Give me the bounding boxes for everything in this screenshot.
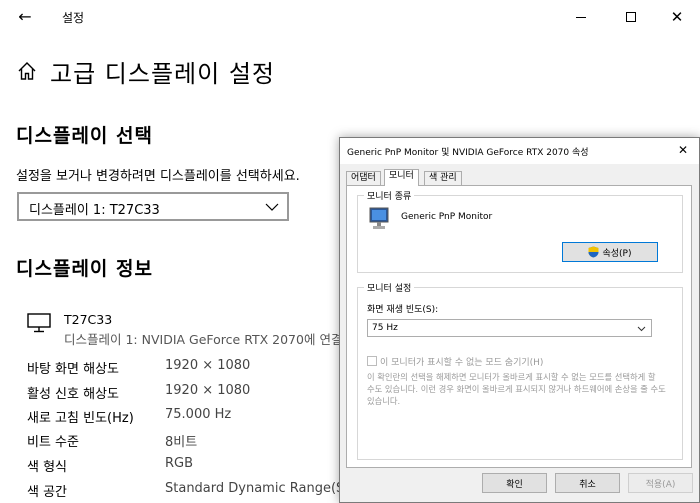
cancel-button[interactable]: 취소	[555, 473, 620, 493]
back-arrow-icon[interactable]: ←	[14, 7, 36, 27]
maximize-icon	[626, 12, 636, 22]
display-select-value: 디스플레이 1: T27C33	[29, 203, 160, 218]
hide-modes-option: 이 모니터가 표시할 수 없는 모드 숨기기(H)	[367, 355, 544, 368]
info-value: RGB	[165, 456, 194, 471]
page-title: 고급 디스플레이 설정	[50, 59, 275, 88]
settings-titlebar: ← 설정 ✕	[0, 0, 700, 34]
tab-color-management[interactable]: 색 관리	[424, 171, 462, 185]
refresh-rate-value: 75 Hz	[372, 323, 398, 333]
info-value: 1920 × 1080	[165, 358, 251, 373]
minimize-icon	[576, 16, 586, 18]
refresh-rate-label: 화면 재생 빈도(S):	[367, 305, 439, 315]
display-select-dropdown[interactable]: 디스플레이 1: T27C33	[17, 192, 289, 221]
chevron-down-icon	[637, 326, 646, 332]
dialog-close-icon[interactable]: ✕	[678, 142, 688, 158]
ok-button[interactable]: 확인	[482, 473, 547, 493]
info-value: Standard Dynamic Range(SDR)	[165, 481, 369, 496]
info-value: 75.000 Hz	[165, 407, 232, 422]
hide-modes-warning: 이 확인란의 선택을 해제하면 모니터가 올바르게 표시할 수 없는 모드를 선…	[367, 372, 666, 406]
shield-icon	[588, 246, 599, 258]
monitor-tab-panel: 모니터 종류 Generic PnP Monitor 속성(P) 모니터 설정	[346, 185, 692, 468]
monitor-type-group: 모니터 종류 Generic PnP Monitor 속성(P)	[357, 189, 683, 273]
minimize-button[interactable]	[558, 4, 604, 30]
monitor-name: T27C33	[64, 312, 113, 327]
tab-monitor[interactable]: 모니터	[384, 169, 419, 186]
hide-modes-label: 이 모니터가 표시할 수 없는 모드 숨기기(H)	[380, 357, 544, 368]
close-icon: ✕	[670, 7, 684, 26]
dialog-title: Generic PnP Monitor 및 NVIDIA GeForce RTX…	[347, 148, 589, 158]
info-label: 활성 신호 해상도	[27, 387, 119, 402]
select-display-heading: 디스플레이 선택	[16, 125, 153, 147]
refresh-rate-select[interactable]: 75 Hz	[367, 319, 652, 337]
window-title: 설정	[62, 11, 85, 25]
properties-button-label: 속성(P)	[602, 248, 632, 259]
info-label: 바탕 화면 해상도	[27, 362, 119, 377]
maximize-button[interactable]	[608, 4, 654, 30]
info-value: 8비트	[165, 435, 198, 450]
info-label: 색 형식	[27, 460, 68, 475]
select-display-description: 설정을 보거나 변경하려면 디스플레이를 선택하세요.	[16, 169, 300, 184]
monitor-settings-group: 모니터 설정 화면 재생 빈도(S): 75 Hz 이 모니터가 표시할 수 없…	[357, 281, 683, 460]
tab-adapter[interactable]: 어댑터	[346, 171, 381, 185]
monitor-settings-legend: 모니터 설정	[364, 281, 415, 294]
monitor-properties-button[interactable]: 속성(P)	[562, 242, 658, 262]
info-label: 색 공간	[27, 485, 68, 500]
apply-button[interactable]: 적용(A)	[628, 473, 693, 493]
page-header: 고급 디스플레이 설정	[16, 54, 275, 88]
monitor-type-legend: 모니터 종류	[364, 189, 415, 202]
monitor-connection-description: 디스플레이 1: NVIDIA GeForce RTX 2070에 연결	[64, 332, 343, 347]
display-info-heading: 디스플레이 정보	[16, 258, 153, 280]
chevron-down-icon	[265, 203, 279, 211]
monitor-icon	[369, 207, 389, 229]
info-value: 1920 × 1080	[165, 383, 251, 398]
info-label: 비트 수준	[27, 435, 79, 450]
monitor-type-name: Generic PnP Monitor	[401, 212, 493, 222]
monitor-properties-dialog: Generic PnP Monitor 및 NVIDIA GeForce RTX…	[339, 137, 700, 503]
home-icon[interactable]	[16, 60, 38, 82]
hide-modes-checkbox[interactable]	[367, 356, 377, 366]
monitor-icon	[27, 313, 51, 333]
info-label: 새로 고침 빈도(Hz)	[27, 411, 134, 426]
close-button[interactable]: ✕	[654, 4, 700, 30]
dialog-titlebar: Generic PnP Monitor 및 NVIDIA GeForce RTX…	[340, 138, 699, 164]
